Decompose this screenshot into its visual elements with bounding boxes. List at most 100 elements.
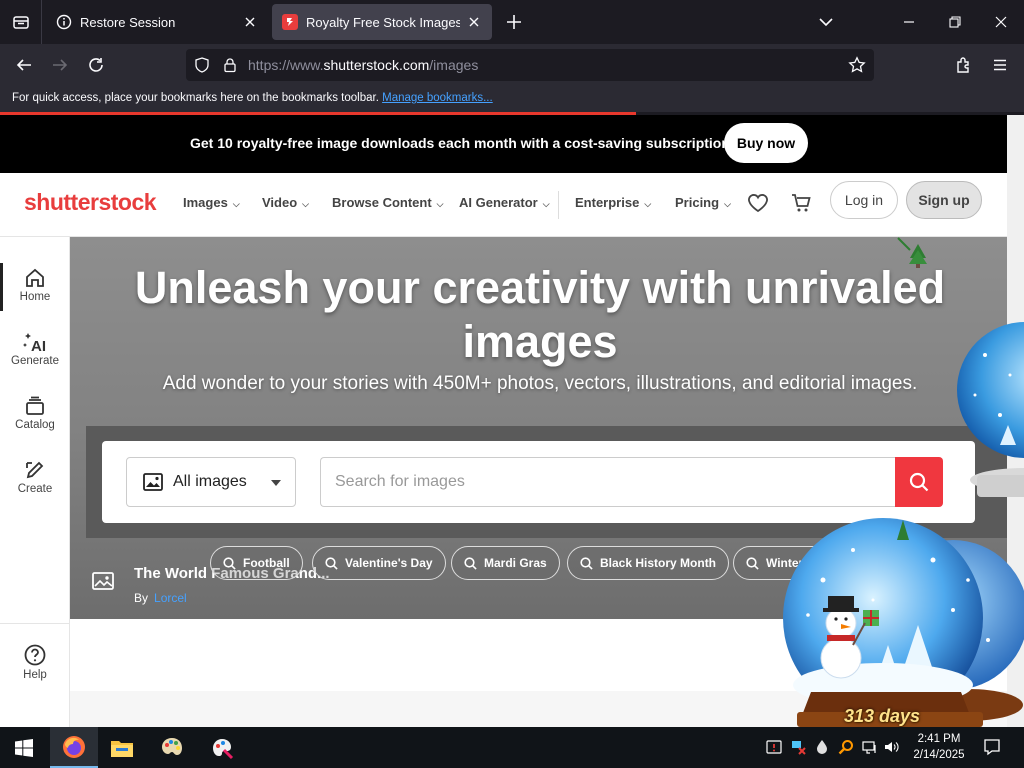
chevron-down-icon: ⌵ — [644, 199, 652, 209]
site-header: shutterstock Images ⌵ Video ⌵ Browse Conte… — [0, 173, 1007, 237]
sign-up-button[interactable]: Sign up — [906, 181, 982, 219]
taskbar-paint[interactable] — [148, 727, 196, 768]
taskbar-paint-3d[interactable] — [198, 727, 246, 768]
minimize-window-button[interactable] — [886, 0, 932, 44]
photo-byline: By Lorcel — [134, 591, 187, 605]
chevron-down-icon[interactable] — [816, 12, 836, 32]
days-countdown: 313 days — [843, 706, 921, 726]
restore-window-button[interactable] — [932, 0, 978, 44]
menu-pricing[interactable]: Pricing ⌵ — [675, 195, 731, 210]
browser-nav-bar: https://www.shutterstock.com/images — [0, 44, 1024, 86]
edit-icon — [26, 461, 44, 479]
menu-label: Pricing — [675, 195, 720, 210]
paint-palette-icon — [162, 737, 182, 755]
chip-label: Valentine's Day — [345, 556, 433, 570]
taskbar-file-explorer[interactable] — [98, 727, 146, 768]
forward-button[interactable] — [49, 54, 71, 76]
start-button[interactable] — [0, 727, 48, 768]
taskbar-firefox[interactable] — [50, 727, 98, 768]
cart-icon[interactable] — [790, 191, 814, 215]
chip-black-history-month[interactable]: Black History Month — [567, 546, 730, 580]
search-icon — [909, 472, 929, 492]
tab-label: Royalty Free Stock Images For C — [306, 14, 460, 30]
close-tab-icon[interactable] — [466, 14, 482, 30]
water-drop-icon[interactable] — [814, 739, 830, 755]
lock-icon[interactable] — [222, 57, 238, 73]
screen: Restore Session Royalty Free Stock Image… — [0, 0, 1024, 768]
shutterstock-favicon-icon — [282, 14, 298, 30]
buy-now-button[interactable]: Buy now — [724, 123, 808, 163]
action-center-icon[interactable] — [983, 738, 1001, 756]
search-icon — [325, 556, 338, 570]
menu-ai-generator[interactable]: AI Generator ⌵ — [459, 195, 550, 210]
snow-globe-snowman-icon[interactable] — [783, 500, 1024, 727]
system-clock[interactable]: 2:41 PM 2/14/2025 — [904, 731, 974, 763]
sidebar-item-help[interactable]: Help — [0, 643, 70, 681]
url-text: https://www.shutterstock.com/images — [248, 57, 478, 73]
volume-icon[interactable] — [884, 739, 900, 755]
menu-enterprise[interactable]: Enterprise ⌵ — [575, 195, 651, 210]
image-icon — [143, 473, 163, 491]
back-button[interactable] — [13, 54, 35, 76]
left-sidebar: Home AI Generate Catalog Create Help — [0, 237, 70, 727]
network-error-icon[interactable] — [790, 739, 806, 755]
snow-globe-small-icon[interactable] — [955, 295, 1024, 510]
chevron-down-icon: ⌵ — [232, 199, 240, 209]
menu-label: Video — [262, 195, 298, 210]
sidebar-label: Home — [19, 291, 51, 303]
menu-video[interactable]: Video ⌵ — [262, 195, 309, 210]
tab-label: Restore Session — [80, 14, 176, 30]
menu-images[interactable]: Images ⌵ — [183, 195, 240, 210]
search-icon — [746, 556, 759, 570]
byline-prefix: By — [134, 591, 149, 605]
sidebar-item-create[interactable]: Create — [0, 455, 70, 507]
tab-shutterstock[interactable]: Royalty Free Stock Images For C — [272, 4, 492, 40]
shutterstock-logo[interactable]: shutterstock — [24, 189, 157, 216]
sidebar-item-home[interactable]: Home — [0, 263, 70, 315]
windows-logo-icon — [15, 738, 33, 757]
sidebar-item-catalog[interactable]: Catalog — [0, 391, 70, 443]
bookmark-star-icon[interactable] — [848, 56, 866, 74]
reload-button[interactable] — [85, 54, 107, 76]
photo-author-link[interactable]: Lorcel — [154, 591, 187, 605]
close-tab-icon[interactable] — [242, 14, 258, 30]
tab-manager-icon[interactable] — [0, 0, 42, 44]
ai-sparkle-icon: AI — [23, 333, 46, 353]
close-window-button[interactable] — [978, 0, 1024, 44]
menu-label: Browse Content — [332, 195, 432, 210]
manage-bookmarks-link[interactable]: Manage bookmarks... — [382, 92, 493, 104]
paint-3d-icon — [213, 738, 234, 759]
bookmarks-toolbar: For quick access, place your bookmarks h… — [0, 86, 1024, 112]
caret-down-icon — [271, 480, 281, 486]
home-icon — [26, 268, 44, 287]
image-icon — [92, 572, 114, 590]
app-menu-button[interactable] — [989, 54, 1011, 76]
chip-football[interactable]: Football — [210, 546, 303, 580]
menu-browse-content[interactable]: Browse Content ⌵ — [332, 195, 444, 210]
address-bar[interactable]: https://www.shutterstock.com/images — [186, 49, 874, 81]
clock-date: 2/14/2025 — [913, 749, 965, 761]
shield-icon[interactable] — [194, 57, 210, 73]
tab-restore-session[interactable]: Restore Session — [46, 4, 268, 40]
folder-icon — [111, 740, 133, 757]
network-icon[interactable] — [862, 739, 878, 755]
notification-alert-icon[interactable] — [766, 739, 782, 755]
magnifier-tool-icon[interactable] — [838, 739, 854, 755]
sidebar-item-generate[interactable]: AI Generate — [0, 327, 70, 379]
url-path: /images — [429, 57, 479, 73]
extensions-button[interactable] — [953, 54, 975, 76]
clock-time: 2:41 PM — [917, 733, 961, 745]
hero-title: Unleash your creativity with unrivaled i… — [134, 262, 946, 367]
catalog-icon — [26, 396, 44, 415]
image-type-select[interactable]: All images — [126, 457, 296, 507]
firefox-icon — [63, 735, 85, 758]
chip-mardi-gras[interactable]: Mardi Gras — [451, 546, 560, 580]
log-in-button[interactable]: Log in — [830, 181, 898, 219]
menu-label: Enterprise — [575, 195, 640, 210]
chevron-down-icon: ⌵ — [436, 199, 444, 209]
new-tab-icon[interactable] — [504, 12, 524, 32]
image-type-label: All images — [173, 473, 247, 490]
chip-label: Mardi Gras — [484, 556, 547, 570]
chip-valentines-day[interactable]: Valentine's Day — [312, 546, 446, 580]
heart-icon[interactable] — [746, 191, 770, 215]
